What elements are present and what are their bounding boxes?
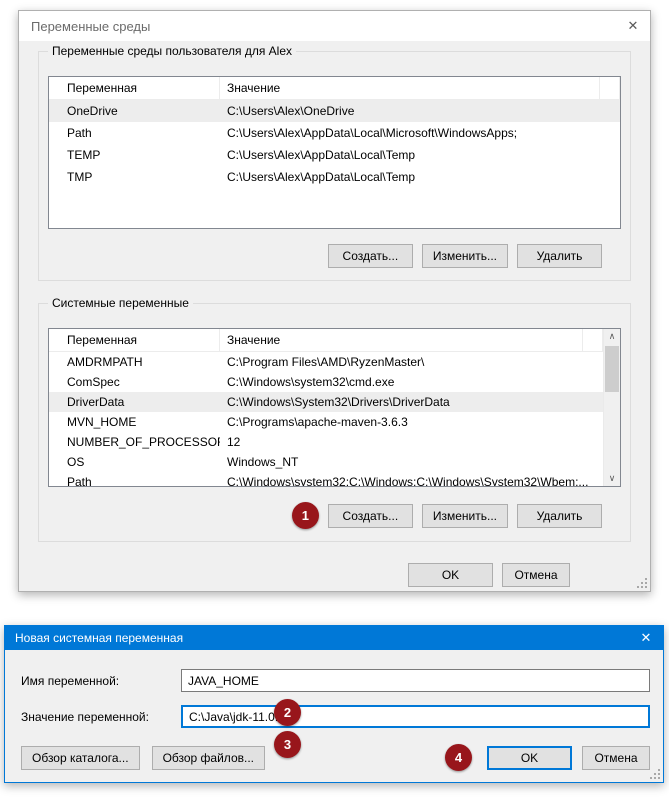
system-delete-button[interactable]: Удалить: [517, 504, 602, 528]
system-variables-table: Переменная Значение AMDRMPATH C:\Program…: [48, 328, 621, 487]
user-new-button[interactable]: Создать...: [328, 244, 413, 268]
table-row[interactable]: AMDRMPATH C:\Program Files\AMD\RyzenMast…: [49, 352, 603, 372]
table-header[interactable]: Переменная Значение: [49, 77, 620, 100]
cell-name: DriverData: [49, 395, 220, 409]
step-4-badge: 4: [445, 744, 472, 771]
cell-name: TMP: [49, 170, 220, 184]
table-row[interactable]: DriverData C:\Windows\System32\Drivers\D…: [49, 392, 603, 412]
table-row[interactable]: TEMP C:\Users\Alex\AppData\Local\Temp: [49, 144, 620, 166]
cell-name: OS: [49, 455, 220, 469]
cell-name: NUMBER_OF_PROCESSORS: [49, 435, 220, 449]
browse-file-button[interactable]: Обзор файлов...: [152, 746, 265, 770]
ok-button[interactable]: OK: [408, 563, 493, 587]
scroll-up-icon[interactable]: ∧: [604, 329, 620, 344]
ok-button[interactable]: OK: [487, 746, 572, 770]
table-row[interactable]: ComSpec C:\Windows\system32\cmd.exe: [49, 372, 603, 392]
system-edit-button[interactable]: Изменить...: [422, 504, 508, 528]
scrollbar-thumb[interactable]: [605, 346, 619, 392]
cell-value: C:\Windows\System32\Drivers\DriverData: [220, 395, 603, 409]
variable-name-label: Имя переменной:: [21, 674, 181, 688]
column-header-name[interactable]: Переменная: [49, 329, 220, 351]
cell-name: MVN_HOME: [49, 415, 220, 429]
variable-value-label: Значение переменной:: [21, 710, 181, 724]
system-variables-group: Системные переменные Переменная Значение…: [38, 303, 631, 542]
close-icon[interactable]: ✕: [629, 630, 663, 646]
system-variables-legend: Системные переменные: [48, 296, 193, 310]
user-variables-table: Переменная Значение OneDrive C:\Users\Al…: [48, 76, 621, 229]
cell-value: C:\Users\Alex\AppData\Local\Microsoft\Wi…: [220, 126, 620, 140]
cell-value: C:\Users\Alex\AppData\Local\Temp: [220, 170, 620, 184]
cancel-button[interactable]: Отмена: [582, 746, 650, 770]
column-header-value[interactable]: Значение: [220, 77, 600, 99]
column-header-value[interactable]: Значение: [220, 329, 583, 351]
column-header-spacer: [583, 329, 603, 351]
new-system-variable-dialog: Новая системная переменная ✕ 2 3 Имя пер…: [4, 625, 664, 783]
user-variables-legend: Переменные среды пользователя для Alex: [48, 44, 296, 58]
user-variables-group: Переменные среды пользователя для Alex П…: [38, 51, 631, 281]
table-row[interactable]: MVN_HOME C:\Programs\apache-maven-3.6.3: [49, 412, 603, 432]
titlebar[interactable]: Новая системная переменная ✕: [5, 626, 663, 650]
step-3-badge: 3: [274, 731, 301, 758]
dialog-title: Переменные среды: [19, 19, 616, 34]
step-2-badge: 2: [274, 699, 301, 726]
cell-name: Path: [49, 126, 220, 140]
browse-directory-button[interactable]: Обзор каталога...: [21, 746, 140, 770]
vertical-scrollbar[interactable]: ∧ ∨: [603, 329, 620, 486]
scroll-down-icon[interactable]: ∨: [604, 471, 620, 486]
table-row[interactable]: Path C:\Users\Alex\AppData\Local\Microso…: [49, 122, 620, 144]
cancel-button[interactable]: Отмена: [502, 563, 570, 587]
table-row[interactable]: OS Windows_NT: [49, 452, 603, 472]
table-header[interactable]: Переменная Значение: [49, 329, 603, 352]
cell-name: TEMP: [49, 148, 220, 162]
cell-name: Path: [49, 475, 220, 487]
resize-grip[interactable]: [636, 577, 648, 589]
dialog-title: Новая системная переменная: [5, 631, 629, 645]
cell-name: ComSpec: [49, 375, 220, 389]
column-header-spacer: [600, 77, 620, 99]
cell-value: C:\Program Files\AMD\RyzenMaster\: [220, 355, 603, 369]
user-edit-button[interactable]: Изменить...: [422, 244, 508, 268]
resize-grip[interactable]: [649, 768, 661, 780]
cell-value: C:\Programs\apache-maven-3.6.3: [220, 415, 603, 429]
titlebar[interactable]: Переменные среды ✕: [19, 11, 650, 41]
variable-value-input[interactable]: [181, 705, 650, 728]
table-row[interactable]: OneDrive C:\Users\Alex\OneDrive: [49, 100, 620, 122]
cell-value: C:\Users\Alex\AppData\Local\Temp: [220, 148, 620, 162]
cell-value: C:\Users\Alex\OneDrive: [220, 104, 620, 118]
close-icon[interactable]: ✕: [616, 18, 650, 34]
table-row[interactable]: NUMBER_OF_PROCESSORS 12: [49, 432, 603, 452]
cell-value: C:\Windows\system32\cmd.exe: [220, 375, 603, 389]
table-row[interactable]: Path C:\Windows\system32;C:\Windows;C:\W…: [49, 472, 603, 487]
variable-name-input[interactable]: [181, 669, 650, 692]
cell-name: AMDRMPATH: [49, 355, 220, 369]
step-1-badge: 1: [292, 502, 319, 529]
user-delete-button[interactable]: Удалить: [517, 244, 602, 268]
column-header-name[interactable]: Переменная: [49, 77, 220, 99]
cell-value: 12: [220, 435, 603, 449]
cell-name: OneDrive: [49, 104, 220, 118]
environment-variables-dialog: Переменные среды ✕ Переменные среды поль…: [18, 10, 651, 592]
system-new-button[interactable]: Создать...: [328, 504, 413, 528]
cell-value: C:\Windows\system32;C:\Windows;C:\Window…: [220, 475, 603, 487]
table-row[interactable]: TMP C:\Users\Alex\AppData\Local\Temp: [49, 166, 620, 188]
cell-value: Windows_NT: [220, 455, 603, 469]
